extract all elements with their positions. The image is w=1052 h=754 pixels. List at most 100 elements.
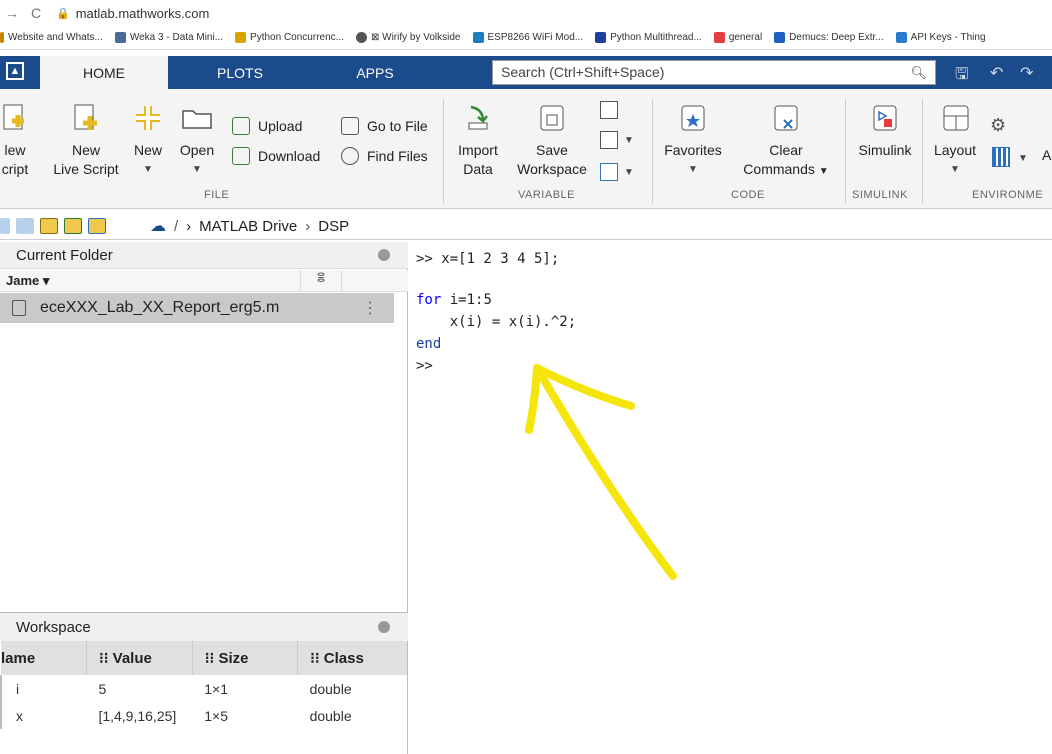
workspace-table: lame ⁝⁝ Value ⁝⁝ Size ⁝⁝ Class i 5 1×1 d… (0, 641, 408, 729)
add-ons-label[interactable]: A (1042, 147, 1051, 163)
breadcrumb-dsp[interactable]: DSP (318, 218, 349, 235)
simulink-icon (873, 105, 897, 131)
forward-icon[interactable] (16, 217, 34, 234)
save-workspace-button[interactable]: Save Workspace (512, 103, 592, 179)
command-window[interactable]: >> x=[1 2 3 4 5]; for i=1:5 x(i) = x(i).… (409, 242, 1052, 754)
bookmark-icon (774, 32, 786, 43)
path-bar: ☁ / › MATLAB Drive › DSP (0, 212, 1052, 240)
workspace-title: Workspace (0, 613, 408, 641)
toolstrip-tabs: ▲ HOME PLOTS APPS Search (Ctrl+Shift+Spa… (0, 56, 1052, 89)
annotation-arrow (525, 364, 677, 580)
clear-commands-button[interactable]: Clear Commands ▼ (734, 103, 838, 181)
more-options-icon[interactable]: ⋮ (362, 298, 378, 318)
bookmark-item[interactable]: API Keys - Thing (895, 32, 986, 43)
column-header-size[interactable]: ⁝⁝ Size (192, 641, 299, 675)
open-variable-icon[interactable] (600, 131, 618, 149)
bookmark-item[interactable]: Website and Whats... (0, 32, 103, 43)
undo-icon[interactable]: ↶ (990, 63, 1003, 83)
matlab-logo-icon[interactable]: ▲ (6, 62, 24, 80)
download-icon (232, 147, 250, 165)
save-icon[interactable]: 🖫 (955, 63, 969, 90)
clear-commands-icon (774, 105, 798, 131)
simulink-button[interactable]: Simulink (850, 103, 920, 160)
back-icon[interactable] (0, 217, 10, 234)
panel-menu-icon[interactable] (378, 621, 390, 633)
redo-icon[interactable]: ↷ (1020, 63, 1033, 83)
chevron-down-icon: ▼ (818, 166, 829, 177)
new-live-script-button[interactable]: New Live Script (46, 103, 126, 179)
chevron-down-icon[interactable]: ▼ (1018, 153, 1028, 164)
bookmark-icon (355, 32, 367, 43)
bookmark-icon (114, 32, 126, 43)
bookmark-item[interactable]: ⊠ Wirify by Volkside (355, 32, 461, 43)
preferences-gear-icon[interactable]: ⚙ (990, 115, 1006, 136)
git-branch-icon: ⴻ (300, 270, 342, 292)
url-text[interactable]: matlab.mathworks.com (76, 6, 210, 21)
bookmark-icon (595, 32, 607, 43)
chevron-right-icon: › (305, 217, 311, 235)
ribbon-home: lew cript New Live Script New ▼ Open ▼ U… (0, 89, 1052, 209)
section-label-variable: VARIABLE (518, 189, 575, 201)
search-input[interactable]: Search (Ctrl+Shift+Space) 🔍︎ (492, 60, 936, 85)
new-button[interactable]: New ▼ (128, 103, 168, 179)
tab-home[interactable]: HOME (40, 56, 168, 89)
open-button[interactable]: Open ▼ (176, 103, 218, 179)
file-row[interactable]: eceXXX_Lab_XX_Report_erg5.m ⋮ (0, 293, 394, 323)
section-label-environment: ENVIRONME (972, 189, 1044, 201)
bookmark-item[interactable]: Demucs: Deep Extr... (774, 32, 884, 43)
find-files-button[interactable]: Find Files (341, 147, 428, 165)
favorites-button[interactable]: Favorites ▼ (660, 103, 726, 179)
table-row[interactable]: x [1,4,9,16,25] 1×5 double (0, 702, 407, 729)
new-variable-icon[interactable] (600, 101, 618, 119)
current-folder-title: Current Folder (0, 242, 408, 269)
layout-button[interactable]: Layout ▼ (928, 103, 982, 179)
layout-icon (943, 105, 969, 131)
go-to-file-button[interactable]: Go to File (341, 117, 428, 135)
section-divider (443, 99, 444, 203)
lock-icon: 🔒 (56, 7, 70, 20)
bookmark-item[interactable]: ESP8266 WiFi Mod... (472, 32, 583, 43)
column-header-name[interactable]: lame (1, 641, 87, 675)
download-button[interactable]: Download (232, 147, 320, 165)
new-live-script-icon (74, 104, 97, 130)
folder-action-icon[interactable] (88, 217, 106, 234)
bookmark-item[interactable]: general (713, 32, 762, 43)
new-script-button[interactable]: lew cript (0, 103, 32, 179)
import-data-button[interactable]: Import Data (452, 103, 504, 179)
new-script-icon (3, 104, 24, 130)
workspace-panel: Workspace lame ⁝⁝ Value ⁝⁝ Size ⁝⁝ Class… (0, 612, 408, 754)
section-divider (652, 99, 653, 203)
clear-workspace-icon[interactable] (600, 163, 618, 181)
panel-menu-icon[interactable] (378, 249, 390, 261)
tab-plots[interactable]: PLOTS (185, 56, 295, 89)
bookmark-icon (235, 32, 247, 43)
column-header-name[interactable]: Jame ▾ ⴻ (0, 270, 408, 292)
bookmark-icon (713, 32, 725, 43)
browse-folder-icon[interactable] (64, 217, 82, 234)
file-icon (12, 300, 26, 316)
reload-icon[interactable]: C (24, 5, 48, 21)
table-row[interactable]: i 5 1×1 double (0, 675, 407, 702)
chevron-right-icon: › (186, 217, 192, 235)
bookmark-item[interactable]: Python Concurrenc... (235, 32, 344, 43)
chevron-down-icon: ▼ (143, 164, 153, 175)
section-divider (922, 99, 923, 203)
bookmark-icon (895, 32, 907, 43)
forward-icon[interactable]: → (0, 5, 24, 21)
bookmark-item[interactable]: Weka 3 - Data Mini... (114, 32, 223, 43)
chevron-down-icon[interactable]: ▼ (624, 167, 634, 178)
up-folder-icon[interactable] (40, 217, 58, 234)
breadcrumb-matlab-drive[interactable]: MATLAB Drive (199, 218, 297, 235)
bookmark-item[interactable]: Python Multithread... (595, 32, 702, 43)
tab-apps[interactable]: APPS (330, 56, 420, 89)
upload-icon (232, 117, 250, 135)
column-header-value[interactable]: ⁝⁝ Value (86, 641, 193, 675)
search-icon[interactable]: 🔍︎ (910, 65, 927, 81)
upload-button[interactable]: Upload (232, 117, 302, 135)
chevron-down-icon: ▼ (192, 164, 202, 175)
cloud-icon[interactable]: ☁ (150, 216, 166, 236)
section-label-file: FILE (204, 189, 230, 201)
chevron-down-icon[interactable]: ▼ (624, 135, 634, 146)
set-path-icon[interactable] (992, 147, 1010, 167)
column-header-class[interactable]: ⁝⁝ Class (297, 641, 407, 675)
